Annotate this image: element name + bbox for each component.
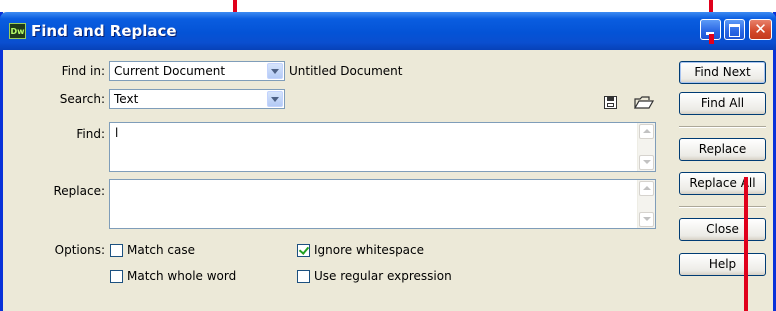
ignore-whitespace-checkbox[interactable]: [297, 244, 310, 257]
help-button[interactable]: Help: [679, 253, 766, 276]
window-title: Find and Replace: [31, 22, 177, 40]
match-case-label[interactable]: Match case: [127, 243, 195, 257]
save-query-icon[interactable]: [604, 96, 617, 109]
replace-scrollbar[interactable]: [637, 180, 655, 228]
find-in-value: Current Document: [114, 64, 226, 78]
find-label: Find:: [76, 127, 105, 141]
replace-label: Replace:: [53, 184, 105, 198]
replace-all-button[interactable]: Replace All: [679, 172, 766, 195]
search-select[interactable]: Text: [109, 89, 285, 109]
replace-textarea[interactable]: [109, 179, 656, 229]
close-icon: ✕: [754, 20, 767, 38]
find-all-button[interactable]: Find All: [679, 92, 766, 115]
scroll-down-icon[interactable]: [639, 212, 654, 227]
match-case-checkbox[interactable]: [110, 244, 123, 257]
maximize-button[interactable]: [724, 19, 745, 40]
load-query-icon[interactable]: [634, 94, 654, 110]
scope-document-text: Untitled Document: [289, 64, 403, 78]
find-scrollbar[interactable]: [637, 123, 655, 171]
match-whole-word-checkbox[interactable]: [110, 270, 123, 283]
title-bar[interactable]: Dw Find and Replace ✕: [0, 12, 776, 50]
use-regex-label[interactable]: Use regular expression: [314, 269, 452, 283]
chevron-down-icon[interactable]: [267, 63, 283, 79]
replace-button[interactable]: Replace: [679, 138, 766, 161]
scroll-up-icon[interactable]: [639, 181, 654, 196]
scroll-down-icon[interactable]: [639, 155, 654, 170]
search-value: Text: [114, 92, 139, 106]
find-text-value: l: [115, 126, 119, 140]
find-in-label: Find in:: [61, 64, 105, 78]
button-divider: [679, 126, 766, 128]
scroll-up-icon[interactable]: [639, 124, 654, 139]
find-in-select[interactable]: Current Document: [109, 61, 285, 81]
close-window-button[interactable]: ✕: [749, 19, 772, 40]
annotation-marker-minimize-tip: [709, 34, 714, 44]
close-button[interactable]: Close: [679, 218, 766, 241]
use-regex-checkbox[interactable]: [297, 270, 310, 283]
button-divider: [679, 206, 766, 208]
find-next-button[interactable]: Find Next: [679, 61, 766, 84]
annotation-marker-replace-all: [744, 177, 748, 311]
match-whole-word-label[interactable]: Match whole word: [127, 269, 236, 283]
maximize-icon: [729, 24, 740, 37]
options-label: Options:: [54, 243, 105, 257]
dreamweaver-icon: Dw: [9, 23, 26, 39]
ignore-whitespace-label[interactable]: Ignore whitespace: [314, 243, 424, 257]
find-textarea[interactable]: l: [109, 122, 656, 172]
search-label: Search:: [59, 92, 105, 106]
chevron-down-icon[interactable]: [267, 91, 283, 107]
